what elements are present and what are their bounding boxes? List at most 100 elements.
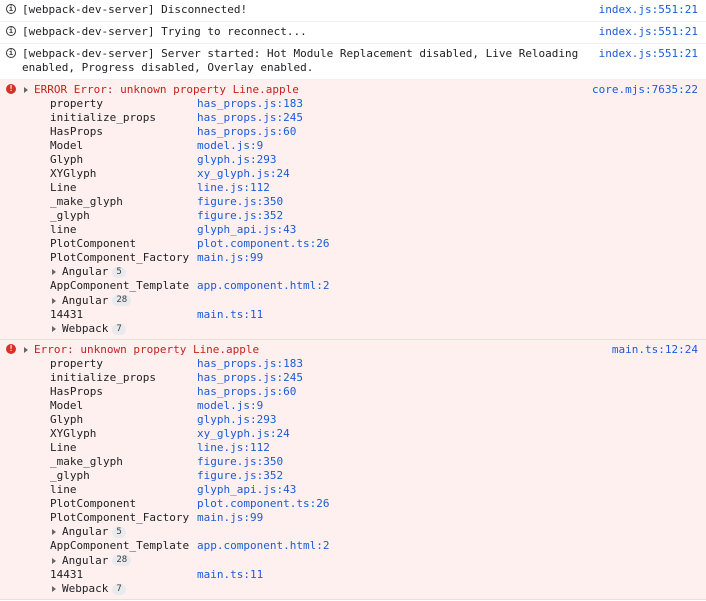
stack-frame-function: PlotComponent_Factory bbox=[50, 251, 190, 264]
expand-triangle-icon[interactable] bbox=[52, 326, 56, 332]
stack-frame-link[interactable]: plot.component.ts:26 bbox=[197, 237, 329, 251]
stack-frame-function: AppComponent_Template bbox=[50, 279, 190, 292]
stack-frame: _glyph figure.js:352 bbox=[34, 469, 706, 483]
stack-frame-function: Glyph bbox=[50, 413, 84, 426]
stack-frame: PlotComponent plot.component.ts:26 bbox=[34, 237, 706, 251]
group-label: Angular bbox=[62, 265, 109, 278]
source-link[interactable]: index.js:551:21 bbox=[599, 3, 698, 17]
stack-frame-link[interactable]: xy_glyph.js:24 bbox=[197, 427, 290, 441]
stack-frame-function: Glyph bbox=[50, 153, 84, 166]
expand-triangle-icon[interactable] bbox=[24, 87, 28, 93]
stack-frame: XYGlyph xy_glyph.js:24 bbox=[34, 167, 706, 181]
stack-frame: Line line.js:112 bbox=[34, 181, 706, 195]
stack-frame-link[interactable]: glyph.js:293 bbox=[197, 153, 276, 167]
stack-frame-link[interactable]: main.js:99 bbox=[197, 511, 263, 525]
expand-triangle-icon[interactable] bbox=[52, 557, 56, 564]
console-error-message: ! Error: unknown property Line.apple mai… bbox=[0, 340, 706, 600]
stack-frame: _make_glyph figure.js:350 bbox=[34, 195, 706, 209]
info-icon: i bbox=[6, 26, 16, 36]
stack-frame-link[interactable]: app.component.html:2 bbox=[197, 539, 329, 553]
expand-triangle-icon[interactable] bbox=[52, 269, 56, 275]
stack-frame: PlotComponent_Factory main.js:99 bbox=[34, 511, 706, 525]
stack-frame-link[interactable]: plot.component.ts:26 bbox=[197, 497, 329, 511]
source-link[interactable]: core.mjs:7635:22 bbox=[592, 83, 698, 97]
stack-frame: _make_glyph figure.js:350 bbox=[34, 455, 706, 469]
stack-frame: PlotComponent_Factory main.js:99 bbox=[34, 251, 706, 265]
collapsed-frame-group[interactable]: Angular 5 bbox=[34, 265, 706, 279]
stack-frame-link[interactable]: figure.js:352 bbox=[197, 209, 283, 223]
stack-frame: 14431 main.ts:11 bbox=[34, 568, 706, 582]
stack-frame-link[interactable]: glyph_api.js:43 bbox=[197, 483, 296, 497]
collapsed-frame-group[interactable]: Angular 28 bbox=[34, 553, 706, 568]
collapsed-frame-group[interactable]: Angular 28 bbox=[34, 293, 706, 308]
stack-frame-function: PlotComponent bbox=[50, 497, 137, 510]
stack-frame: XYGlyph xy_glyph.js:24 bbox=[34, 427, 706, 441]
stack-frame-link[interactable]: has_props.js:183 bbox=[197, 357, 303, 371]
stack-frame-link[interactable]: figure.js:350 bbox=[197, 455, 283, 469]
stack-frame: initialize_props has_props.js:245 bbox=[34, 111, 706, 125]
expand-triangle-icon[interactable] bbox=[52, 586, 56, 592]
console-info-message: i [webpack-dev-server] Disconnected! ind… bbox=[0, 0, 706, 22]
stack-frame-link[interactable]: app.component.html:2 bbox=[197, 279, 329, 293]
stack-frame-link[interactable]: main.js:99 bbox=[197, 251, 263, 265]
stack-frame: Line line.js:112 bbox=[34, 441, 706, 455]
collapsed-frame-group[interactable]: Angular 5 bbox=[34, 525, 706, 539]
error-message-text[interactable]: Error: unknown property Line.apple bbox=[34, 343, 706, 357]
stack-frame-link[interactable]: figure.js:350 bbox=[197, 195, 283, 209]
stack-frame-link[interactable]: line.js:112 bbox=[197, 181, 270, 195]
info-icon: i bbox=[6, 4, 16, 14]
console-error-message: ! ERROR Error: unknown property Line.app… bbox=[0, 80, 706, 340]
stack-frame-function: initialize_props bbox=[50, 371, 156, 384]
stack-frame-link[interactable]: xy_glyph.js:24 bbox=[197, 167, 290, 181]
stack-frame-link[interactable]: has_props.js:245 bbox=[197, 371, 303, 385]
group-count-badge: 5 bbox=[112, 526, 126, 538]
stack-frame-link[interactable]: figure.js:352 bbox=[197, 469, 283, 483]
group-label: Angular bbox=[62, 553, 109, 567]
stack-frame-link[interactable]: main.ts:11 bbox=[197, 308, 263, 322]
stack-trace: property has_props.js:183 initialize_props… bbox=[34, 357, 706, 596]
stack-frame: HasProps has_props.js:60 bbox=[34, 385, 706, 399]
stack-frame-function: XYGlyph bbox=[50, 167, 97, 180]
stack-frame-link[interactable]: model.js:9 bbox=[197, 139, 263, 153]
stack-frame-function: _glyph bbox=[50, 469, 90, 482]
expand-triangle-icon[interactable] bbox=[52, 297, 56, 304]
stack-frame-link[interactable]: has_props.js:60 bbox=[197, 385, 296, 399]
stack-frame: AppComponent_Template app.component.html:… bbox=[34, 539, 706, 553]
stack-frame: property has_props.js:183 bbox=[34, 357, 706, 371]
stack-frame: 14431 main.ts:11 bbox=[34, 308, 706, 322]
stack-frame-link[interactable]: glyph.js:293 bbox=[197, 413, 276, 427]
stack-frame-link[interactable]: model.js:9 bbox=[197, 399, 263, 413]
stack-frame-link[interactable]: has_props.js:183 bbox=[197, 97, 303, 111]
stack-frame-link[interactable]: main.ts:11 bbox=[197, 568, 263, 582]
source-link[interactable]: main.ts:12:24 bbox=[612, 343, 698, 357]
source-link[interactable]: index.js:551:21 bbox=[599, 47, 698, 61]
group-count-badge: 7 bbox=[112, 323, 126, 335]
stack-frame-function: XYGlyph bbox=[50, 427, 97, 440]
stack-frame: line glyph_api.js:43 bbox=[34, 483, 706, 497]
collapsed-frame-group[interactable]: Webpack 7 bbox=[34, 322, 706, 336]
stack-frame-function: _make_glyph bbox=[50, 195, 123, 208]
group-label: Angular bbox=[62, 525, 109, 538]
collapsed-frame-group[interactable]: Webpack 7 bbox=[34, 582, 706, 596]
stack-frame-link[interactable]: has_props.js:60 bbox=[197, 125, 296, 139]
expand-triangle-icon[interactable] bbox=[52, 529, 56, 535]
stack-frame-function: PlotComponent bbox=[50, 237, 137, 250]
stack-frame: PlotComponent plot.component.ts:26 bbox=[34, 497, 706, 511]
error-icon: ! bbox=[6, 84, 16, 94]
stack-frame: initialize_props has_props.js:245 bbox=[34, 371, 706, 385]
stack-frame-function: Model bbox=[50, 399, 84, 412]
group-count-badge: 28 bbox=[112, 555, 132, 566]
group-count-badge: 5 bbox=[112, 266, 126, 278]
stack-frame-function: HasProps bbox=[50, 125, 103, 138]
stack-frame-function: PlotComponent_Factory bbox=[50, 511, 190, 524]
expand-triangle-icon[interactable] bbox=[24, 347, 28, 353]
stack-frame-link[interactable]: has_props.js:245 bbox=[197, 111, 303, 125]
console-info-message: i [webpack-dev-server] Server started: H… bbox=[0, 44, 706, 80]
stack-frame: AppComponent_Template app.component.html:… bbox=[34, 279, 706, 293]
stack-frame: Glyph glyph.js:293 bbox=[34, 413, 706, 427]
stack-frame-link[interactable]: glyph_api.js:43 bbox=[197, 223, 296, 237]
stack-frame-link[interactable]: line.js:112 bbox=[197, 441, 270, 455]
group-label: Angular bbox=[62, 293, 109, 307]
source-link[interactable]: index.js:551:21 bbox=[599, 25, 698, 39]
group-count-badge: 28 bbox=[112, 295, 132, 306]
